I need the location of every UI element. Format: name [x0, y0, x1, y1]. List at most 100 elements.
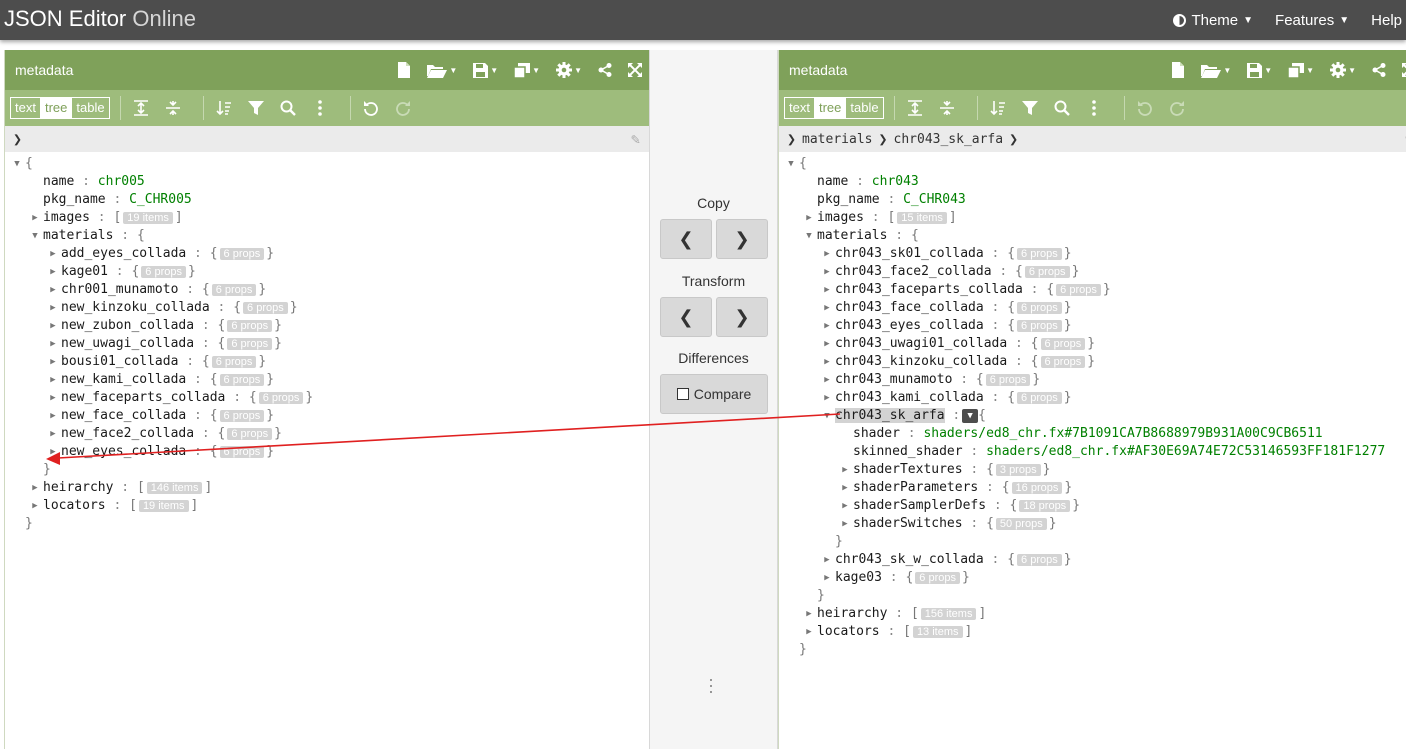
- compare-toggle[interactable]: Compare: [660, 374, 768, 414]
- node-key[interactable]: kage01: [61, 264, 108, 279]
- count-badge[interactable]: 18 props: [1019, 500, 1071, 512]
- transform-to-left-button[interactable]: ❮: [660, 297, 712, 337]
- count-badge[interactable]: 6 props: [1017, 554, 1062, 566]
- new-document-icon[interactable]: [397, 62, 411, 78]
- count-badge[interactable]: 6 props: [1017, 302, 1062, 314]
- tree-row[interactable]: ▶ shaderParameters : {16 props}: [779, 479, 1406, 497]
- node-value[interactable]: chr043: [872, 174, 919, 189]
- features-menu[interactable]: Features ▼: [1275, 12, 1349, 29]
- share-icon[interactable]: [1372, 63, 1386, 77]
- save-icon[interactable]: ▼: [1247, 62, 1272, 78]
- expand-triangle-icon[interactable]: ▶: [821, 353, 833, 371]
- count-badge[interactable]: 6 props: [243, 302, 288, 314]
- more-vertical-icon[interactable]: [1082, 96, 1106, 120]
- node-key[interactable]: images: [817, 210, 864, 225]
- expand-triangle-icon[interactable]: ▶: [821, 389, 833, 407]
- open-folder-icon[interactable]: ▼: [427, 63, 457, 78]
- count-badge[interactable]: 16 props: [1011, 482, 1063, 494]
- more-vertical-icon[interactable]: [308, 96, 332, 120]
- node-key[interactable]: chr043_face_collada: [835, 300, 984, 315]
- node-key[interactable]: locators: [817, 624, 880, 639]
- count-badge[interactable]: 6 props: [915, 572, 960, 584]
- copy-icon[interactable]: ▼: [1288, 62, 1314, 78]
- expand-triangle-icon[interactable]: ▶: [47, 317, 59, 335]
- expand-triangle-icon[interactable]: ▶: [839, 515, 851, 533]
- count-badge[interactable]: 3 props: [995, 464, 1041, 476]
- tree-row[interactable]: ▼ materials : {: [5, 227, 650, 245]
- node-key[interactable]: materials: [43, 228, 113, 243]
- tree-row[interactable]: ▶ new_faceparts_collada : {6 props}: [5, 389, 650, 407]
- expand-triangle-icon[interactable]: ▶: [821, 317, 833, 335]
- tree-row[interactable]: ▶ add_eyes_collada : {6 props}: [5, 245, 650, 263]
- tree-row[interactable]: ▶ new_face2_collada : {6 props}: [5, 425, 650, 443]
- theme-menu[interactable]: Theme ▼: [1173, 12, 1253, 29]
- expand-triangle-icon[interactable]: ▶: [821, 263, 833, 281]
- tree-row[interactable]: shader : shaders/ed8_chr.fx#7B1091CA7B86…: [779, 425, 1406, 443]
- count-badge[interactable]: 13 items: [912, 626, 963, 638]
- chevron-right-icon[interactable]: ❯: [878, 130, 887, 148]
- count-badge[interactable]: 6 props: [227, 338, 273, 350]
- chevron-right-icon[interactable]: ❯: [13, 130, 22, 148]
- copy-to-left-button[interactable]: ❮: [660, 219, 712, 259]
- node-key[interactable]: shaderParameters: [853, 480, 978, 495]
- transform-to-right-button[interactable]: ❯: [716, 297, 768, 337]
- count-badge[interactable]: 6 props: [1040, 338, 1086, 350]
- tree-row[interactable]: ▶ heirarchy : [146 items]: [5, 479, 650, 497]
- mode-tree[interactable]: tree: [813, 98, 846, 118]
- node-value[interactable]: chr005: [98, 174, 145, 189]
- tree-row[interactable]: name : chr043: [779, 173, 1406, 191]
- count-badge[interactable]: 19 items: [138, 500, 189, 512]
- node-key[interactable]: chr043_faceparts_collada: [835, 282, 1023, 297]
- node-value[interactable]: shaders/ed8_chr.fx#7B1091CA7B8688979B931…: [923, 426, 1322, 441]
- gear-icon[interactable]: ▼: [1330, 62, 1356, 78]
- copy-icon[interactable]: ▼: [514, 62, 540, 78]
- sort-icon[interactable]: [986, 96, 1010, 120]
- new-document-icon[interactable]: [1171, 62, 1185, 78]
- tree-row[interactable]: ▶ new_kinzoku_collada : {6 props}: [5, 299, 650, 317]
- tree-row[interactable]: ▶ chr043_faceparts_collada : {6 props}: [779, 281, 1406, 299]
- node-key[interactable]: new_kami_collada: [61, 372, 186, 387]
- chevron-right-icon[interactable]: ❯: [787, 130, 796, 148]
- count-badge[interactable]: 6 props: [219, 410, 265, 422]
- count-badge[interactable]: 6 props: [211, 284, 257, 296]
- node-key[interactable]: chr043_sk01_collada: [835, 246, 984, 261]
- expand-triangle-icon[interactable]: ▶: [821, 335, 833, 353]
- tree-row[interactable]: }: [779, 533, 1406, 551]
- expand-all-icon[interactable]: [903, 96, 927, 120]
- tree-row[interactable]: ▶ kage03 : {6 props}: [779, 569, 1406, 587]
- search-icon[interactable]: [276, 96, 300, 120]
- collapse-all-icon[interactable]: [161, 96, 185, 120]
- expand-triangle-icon[interactable]: ▶: [47, 443, 59, 461]
- mode-tree[interactable]: tree: [39, 98, 72, 118]
- collapse-all-icon[interactable]: [935, 96, 959, 120]
- tree-row[interactable]: ▼ materials : {: [779, 227, 1406, 245]
- node-key[interactable]: name: [43, 174, 74, 189]
- expand-triangle-icon[interactable]: ▶: [821, 371, 833, 389]
- node-key[interactable]: heirarchy: [817, 606, 887, 621]
- undo-icon[interactable]: [1133, 96, 1157, 120]
- expand-triangle-icon[interactable]: ▶: [47, 299, 59, 317]
- count-badge[interactable]: 19 items: [123, 212, 173, 224]
- tree-row[interactable]: ▶ new_face_collada : {6 props}: [5, 407, 650, 425]
- node-key[interactable]: new_face2_collada: [61, 426, 194, 441]
- node-key[interactable]: chr043_kinzoku_collada: [835, 354, 1007, 369]
- expand-triangle-icon[interactable]: ▶: [839, 497, 851, 515]
- context-menu-icon[interactable]: ▼: [962, 408, 979, 423]
- node-key[interactable]: chr001_munamoto: [61, 282, 178, 297]
- count-badge[interactable]: 6 props: [1024, 266, 1070, 278]
- tree-row[interactable]: ▶ chr043_eyes_collada : {6 props}: [779, 317, 1406, 335]
- node-key[interactable]: materials: [817, 228, 887, 243]
- count-badge[interactable]: 6 props: [219, 374, 265, 386]
- node-key[interactable]: heirarchy: [43, 480, 113, 495]
- count-badge[interactable]: 6 props: [227, 320, 273, 332]
- node-key[interactable]: pkg_name: [43, 192, 106, 207]
- expand-triangle-icon[interactable]: ▶: [821, 245, 833, 263]
- tree-row[interactable]: ▶ shaderTextures : {3 props}: [779, 461, 1406, 479]
- tree-row[interactable]: ▶ new_uwagi_collada : {6 props}: [5, 335, 650, 353]
- expand-triangle-icon[interactable]: ▶: [47, 407, 59, 425]
- redo-icon[interactable]: [1165, 96, 1189, 120]
- tree-row[interactable]: ▶ chr043_face_collada : {6 props}: [779, 299, 1406, 317]
- filter-icon[interactable]: [1018, 96, 1042, 120]
- tree-row[interactable]: ▶ kage01 : {6 props}: [5, 263, 650, 281]
- tree-row[interactable]: ▶ new_eyes_collada : {6 props}: [5, 443, 650, 461]
